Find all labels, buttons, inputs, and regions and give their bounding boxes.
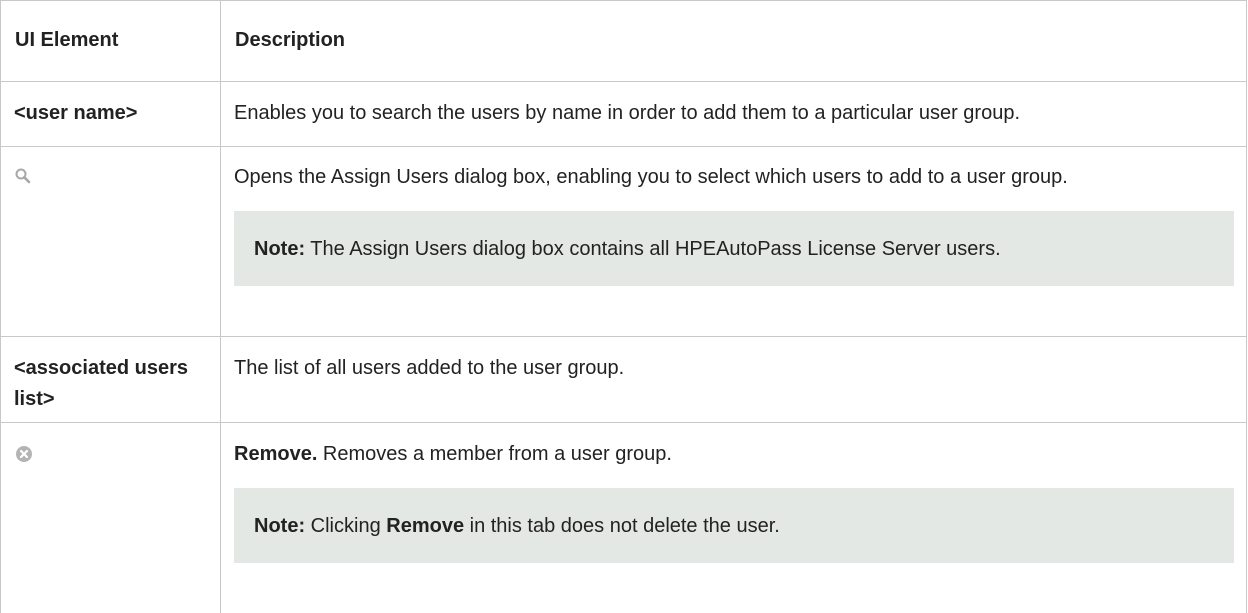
description-cell: Opens the Assign Users dialog box, enabl… (220, 146, 1247, 337)
element-cell-remove (0, 422, 221, 613)
note-text-before: Clicking (305, 515, 387, 537)
note-text: The Assign Users dialog box contains all… (305, 238, 1001, 260)
remove-description: Removes a member from a user group. (317, 443, 672, 465)
element-cell-associated-users-list: <associated users list> (0, 336, 221, 423)
table-row: <associated users list> The list of all … (0, 336, 1247, 423)
description-text: Remove. Removes a member from a user gro… (234, 439, 1234, 470)
column-header-description: Description (220, 0, 1247, 82)
table-row: <user name> Enables you to search the us… (0, 81, 1247, 147)
note-text-after: in this tab does not delete the user. (464, 515, 780, 537)
element-cell-search (0, 146, 221, 337)
description-text: Opens the Assign Users dialog box, enabl… (234, 166, 1068, 188)
note-label: Note: (254, 515, 306, 537)
note-text-bold: Remove (386, 515, 465, 537)
description-cell: Enables you to search the users by name … (220, 81, 1247, 147)
table-row: Opens the Assign Users dialog box, enabl… (0, 146, 1247, 337)
note-box: Note: The Assign Users dialog box contai… (234, 211, 1234, 286)
search-icon (14, 167, 34, 187)
description-cell: Remove. Removes a member from a user gro… (220, 422, 1247, 613)
remove-label: Remove. (234, 443, 318, 465)
description-cell: The list of all users added to the user … (220, 336, 1247, 423)
remove-icon (14, 444, 34, 464)
note-box: Note: Clicking Remove in this tab does n… (234, 488, 1234, 563)
ui-element-table: UI Element Description <user name> Enabl… (0, 0, 1247, 613)
column-header-ui-element: UI Element (0, 0, 221, 82)
table-header-row: UI Element Description (0, 0, 1247, 82)
element-cell-user-name: <user name> (0, 81, 221, 147)
table-row: Remove. Removes a member from a user gro… (0, 422, 1247, 613)
note-label: Note: (254, 238, 306, 260)
